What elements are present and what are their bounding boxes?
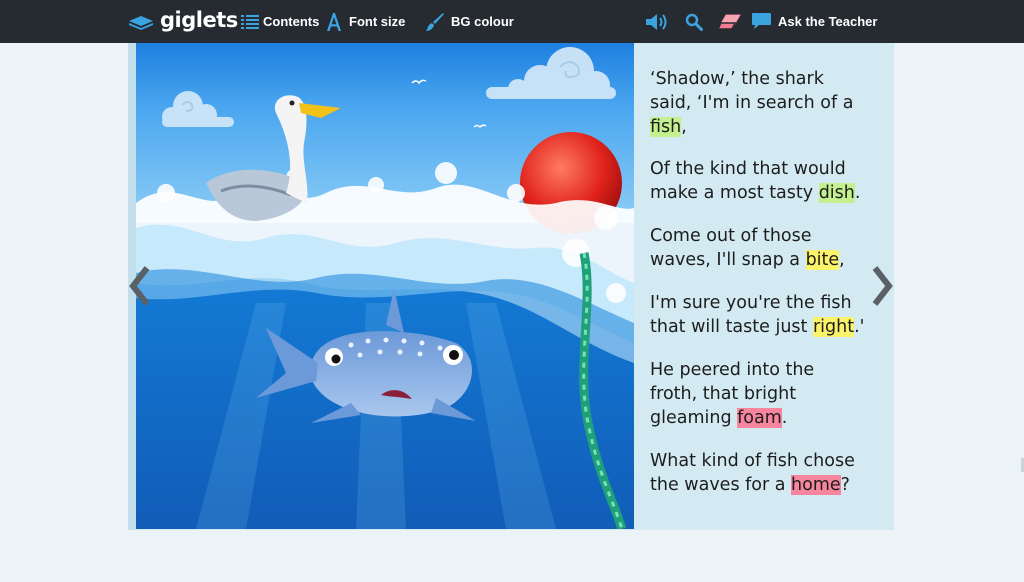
bg-colour-button[interactable]: BG colour: [425, 0, 514, 43]
contents-button[interactable]: Contents: [241, 0, 319, 43]
stanza-4: I'm sure you're the fish that will taste…: [650, 291, 880, 339]
bg-colour-label: BG colour: [451, 14, 514, 29]
ask-teacher-label: Ask the Teacher: [778, 14, 878, 29]
contents-label: Contents: [263, 14, 320, 29]
line: froth, that bright: [650, 384, 797, 404]
line: the waves for a: [650, 475, 792, 495]
font-size-button[interactable]: Font size: [326, 0, 405, 43]
speaker-icon: [645, 12, 669, 32]
page-illustration: [136, 43, 634, 529]
search-icon: [685, 13, 703, 31]
book-icon: [128, 12, 154, 32]
line: gleaming: [650, 408, 738, 428]
paintbrush-icon: [425, 12, 445, 32]
search-button[interactable]: [685, 0, 703, 43]
punctuation: .: [854, 183, 861, 203]
stanza-2: Of the kind that would make a most tasty…: [650, 157, 880, 205]
stanza-5: He peered into the froth, that bright gl…: [650, 358, 880, 430]
eraser-button[interactable]: [716, 0, 742, 43]
punctuation: ,: [681, 117, 687, 137]
previous-page-button[interactable]: [125, 264, 155, 308]
line: I'm sure you're the fish: [650, 293, 852, 313]
line: He peered into the: [650, 360, 815, 380]
line: Come out of those: [650, 226, 812, 246]
stanza-1: ‘Shadow,’ the shark said, ‘I'm in search…: [650, 67, 880, 139]
rhyme-word[interactable]: fish: [650, 117, 682, 137]
giglets-logo[interactable]: giglets: [128, 0, 238, 43]
rhyme-word[interactable]: dish: [818, 183, 855, 203]
line: Of the kind that would: [650, 159, 846, 179]
line: said, ‘I'm in search of a: [650, 93, 854, 113]
next-page-button[interactable]: [867, 264, 897, 308]
chevron-left-icon: [125, 266, 155, 312]
eraser-icon: [716, 13, 742, 31]
rhyme-word[interactable]: right: [812, 317, 855, 337]
stanza-3: Come out of those waves, I'll snap a bit…: [650, 224, 880, 272]
ask-teacher-button[interactable]: Ask the Teacher: [751, 0, 877, 43]
line: ‘Shadow,’ the shark: [650, 69, 824, 89]
rhyme-word[interactable]: bite: [805, 250, 840, 270]
font-size-label: Font size: [349, 14, 406, 29]
rhyme-word[interactable]: foam: [737, 408, 782, 428]
line: make a most tasty: [650, 183, 819, 203]
line: that will taste just: [650, 317, 813, 337]
audio-button[interactable]: [645, 0, 669, 43]
rhyme-word[interactable]: home: [791, 475, 841, 495]
stanza-6: What kind of fish chose the waves for a …: [650, 449, 880, 497]
punctuation: ?: [840, 475, 850, 495]
letter-a-icon: [326, 12, 342, 32]
line: What kind of fish chose: [650, 451, 855, 471]
logo-text: giglets: [160, 7, 238, 32]
top-toolbar: giglets Contents Font size BG colour Ask…: [0, 0, 1024, 43]
punctuation: .: [781, 408, 788, 428]
list-icon: [241, 13, 259, 31]
punctuation: ,: [839, 250, 845, 270]
chevron-right-icon: [867, 266, 897, 312]
speech-bubble-icon: [751, 12, 772, 31]
story-text: ‘Shadow,’ the shark said, ‘I'm in search…: [650, 67, 880, 516]
line: waves, I'll snap a: [650, 250, 806, 270]
punctuation: .': [854, 317, 865, 337]
